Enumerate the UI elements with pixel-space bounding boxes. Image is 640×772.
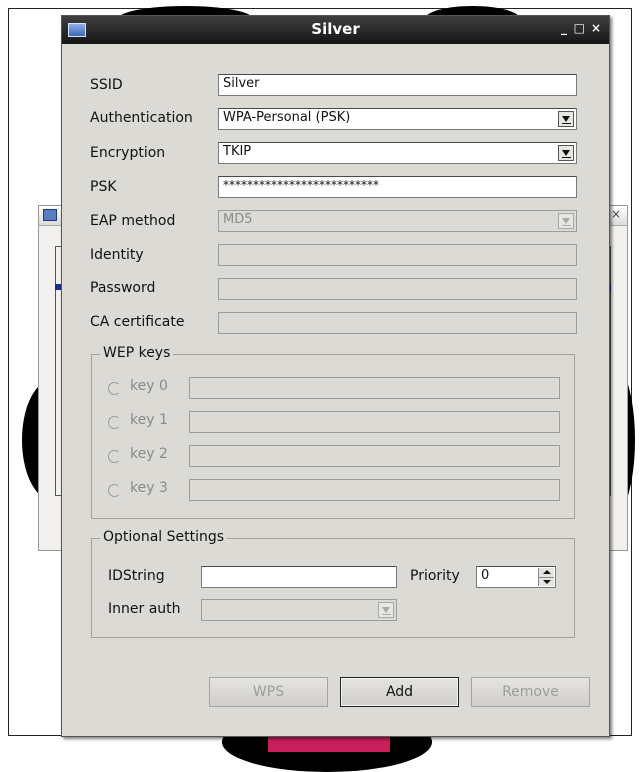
password-field[interactable] [218, 278, 577, 300]
inner-auth-select[interactable] [201, 599, 397, 621]
chevron-down-icon[interactable] [558, 213, 574, 229]
maximize-button[interactable]: □ [574, 21, 585, 35]
wps-button[interactable]: WPS [209, 677, 328, 707]
add-button[interactable]: Add [340, 677, 459, 707]
spin-down-icon[interactable] [538, 577, 554, 586]
wep-keys-title: WEP keys [100, 345, 174, 361]
authentication-select-value: WPA-Personal (PSK) [223, 110, 351, 125]
priority-spinbox[interactable]: 0 [476, 566, 556, 588]
chevron-down-icon[interactable] [558, 111, 574, 127]
encryption-label: Encryption [90, 145, 166, 161]
chevron-down-icon[interactable] [558, 145, 574, 161]
eap-method-select[interactable]: MD5 [218, 210, 577, 232]
optional-settings-title: Optional Settings [100, 529, 228, 545]
encryption-select[interactable]: TKIP [218, 142, 577, 164]
dialog-title: Silver [311, 20, 360, 38]
key3-label: key 3 [130, 480, 168, 496]
identity-field[interactable] [218, 244, 577, 266]
close-button[interactable]: × [591, 21, 601, 35]
remove-button[interactable]: Remove [471, 677, 590, 707]
identity-label: Identity [90, 247, 144, 263]
encryption-select-value: TKIP [223, 144, 252, 159]
eap-method-select-value: MD5 [223, 212, 253, 227]
ca-certificate-label: CA certificate [90, 314, 185, 330]
spin-up-icon[interactable] [538, 568, 554, 577]
key3-field[interactable] [189, 479, 560, 501]
priority-value: 0 [481, 568, 490, 583]
key2-radio[interactable] [108, 450, 121, 463]
priority-label: Priority [410, 568, 460, 584]
window-icon [43, 209, 57, 221]
authentication-select[interactable]: WPA-Personal (PSK) [218, 108, 577, 130]
ssid-label: SSID [90, 77, 123, 93]
key0-field[interactable] [189, 377, 560, 399]
network-dialog: Silver _ □ × SSID Authentication Encrypt… [61, 15, 610, 737]
ca-certificate-field[interactable] [218, 312, 577, 334]
ssid-field[interactable]: Silver [218, 74, 577, 96]
chevron-down-icon[interactable] [378, 602, 394, 618]
key1-radio[interactable] [108, 416, 121, 429]
key2-label: key 2 [130, 446, 168, 462]
key0-label: key 0 [130, 378, 168, 394]
inner-auth-label: Inner auth [108, 601, 181, 617]
idstring-label: IDString [108, 568, 165, 584]
psk-label: PSK [90, 179, 117, 195]
close-icon[interactable]: × [611, 207, 621, 221]
eap-method-label: EAP method [90, 213, 176, 229]
key2-field[interactable] [189, 445, 560, 467]
key0-radio[interactable] [108, 382, 121, 395]
key1-label: key 1 [130, 412, 168, 428]
dialog-titlebar[interactable]: Silver _ □ × [62, 16, 609, 44]
minimize-button[interactable]: _ [561, 21, 567, 35]
key1-field[interactable] [189, 411, 560, 433]
idstring-field[interactable] [201, 566, 397, 588]
optional-settings-group: Optional Settings [91, 529, 575, 638]
psk-field[interactable]: ************************** [218, 176, 577, 198]
authentication-label: Authentication [90, 110, 193, 126]
key3-radio[interactable] [108, 484, 121, 497]
password-label: Password [90, 280, 156, 296]
